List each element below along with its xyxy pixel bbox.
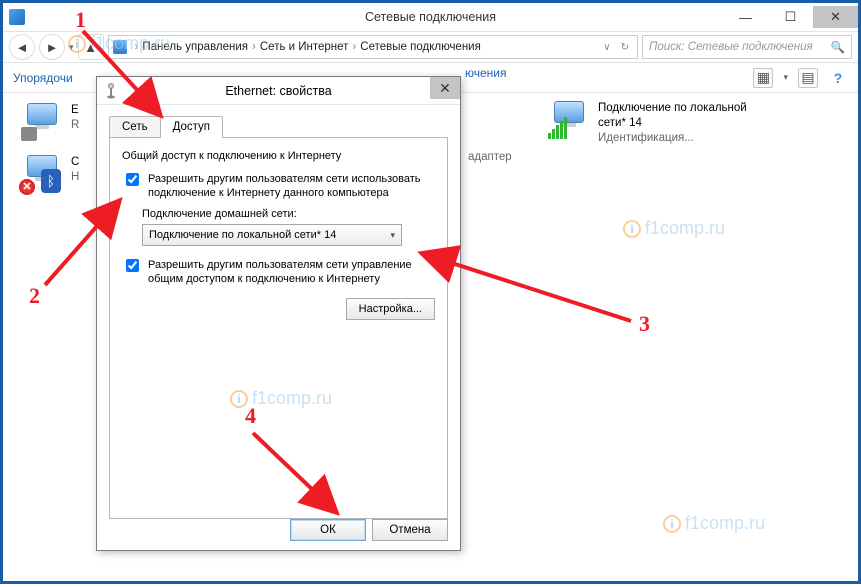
watermark: if1comp.ru <box>663 513 765 534</box>
dialog-titlebar: Ethernet: свойства ✕ <box>97 77 460 105</box>
allow-sharing-label: Разрешить другим пользователям сети испо… <box>148 172 435 200</box>
app-icon <box>9 9 25 25</box>
breadcrumb-2[interactable]: Сеть и Интернет <box>260 41 349 53</box>
tab-access[interactable]: Доступ <box>160 116 223 138</box>
tab-network[interactable]: Сеть <box>109 116 161 138</box>
view-chevron-icon[interactable]: ▾ <box>783 72 788 83</box>
refresh-icon[interactable]: ↻ <box>617 42 633 53</box>
dialog-title: Ethernet: свойства <box>225 84 331 98</box>
allow-control-row: Разрешить другим пользователям сети упра… <box>122 258 435 286</box>
location-chevron-icon[interactable]: ∨ <box>599 42 614 53</box>
back-button[interactable]: ◄ <box>9 34 35 60</box>
home-network-label: Подключение домашней сети: <box>142 208 435 220</box>
home-network-combo[interactable]: Подключение по локальной сети* 14 ▾ <box>142 224 402 246</box>
allow-sharing-row: Разрешить другим пользователям сети испо… <box>122 172 435 200</box>
connections-label-fragment: ючения <box>465 66 507 80</box>
network-item-lan14[interactable]: Подключение по локальной сети* 14 Иденти… <box>548 101 768 146</box>
tab-panel-access: Общий доступ к подключению к Интернету Р… <box>109 137 448 519</box>
dialog-tabs: Сеть Доступ <box>109 115 448 137</box>
search-icon: 🔍 <box>831 40 845 54</box>
net-item-l2: R <box>71 118 79 133</box>
minimize-button[interactable]: — <box>723 6 768 28</box>
view-layout-icon[interactable]: ▦ <box>753 68 773 88</box>
up-button[interactable]: ▲ <box>78 34 104 60</box>
maximize-button[interactable]: ☐ <box>768 6 813 28</box>
wifi-adapter-icon <box>548 101 590 139</box>
net-item-l2: Н <box>71 170 79 185</box>
dialog-icon <box>103 83 119 99</box>
network-item-bluetooth[interactable]: ᛒ✕ С Н <box>21 155 91 193</box>
cancel-button[interactable]: Отмена <box>372 519 448 541</box>
allow-sharing-checkbox[interactable] <box>126 173 139 186</box>
forward-button[interactable]: ► <box>39 34 65 60</box>
ethernet-properties-dialog: Ethernet: свойства ✕ Сеть Доступ Общий д… <box>96 76 461 551</box>
breadcrumb-3[interactable]: Сетевые подключения <box>360 41 481 53</box>
view-details-icon[interactable]: ▤ <box>798 68 818 88</box>
address-bar: ◄ ► ▾ ▲ › Панель управления › Сеть и Инт… <box>3 31 858 63</box>
organize-button[interactable]: Упорядочи <box>13 71 73 85</box>
net-item-status: Идентификация... <box>598 131 768 146</box>
allow-control-label: Разрешить другим пользователям сети упра… <box>148 258 435 286</box>
breadcrumb-sep: › <box>350 41 358 53</box>
window-controls: — ☐ ✕ <box>723 6 858 28</box>
bluetooth-adapter-icon: ᛒ✕ <box>21 155 63 193</box>
search-placeholder: Поиск: Сетевые подключения <box>649 41 813 53</box>
net-item-l1: E <box>71 103 79 118</box>
ok-button[interactable]: ОК <box>290 519 366 541</box>
location-breadcrumb[interactable]: › Панель управления › Сеть и Интернет › … <box>108 35 638 59</box>
allow-control-checkbox[interactable] <box>126 259 139 272</box>
breadcrumb-sep: › <box>133 41 141 53</box>
help-icon[interactable]: ? <box>828 68 848 88</box>
chevron-down-icon: ▾ <box>390 230 395 241</box>
breadcrumb-sep: › <box>250 41 258 53</box>
net-item-l1: С <box>71 155 79 170</box>
group-title: Общий доступ к подключению к Интернету <box>122 150 435 162</box>
ethernet-adapter-icon <box>21 103 63 141</box>
combo-value: Подключение по локальной сети* 14 <box>149 229 390 241</box>
breadcrumb-1[interactable]: Панель управления <box>142 41 248 53</box>
titlebar: Сетевые подключения — ☐ ✕ <box>3 3 858 31</box>
history-chevron-icon[interactable]: ▾ <box>69 42 74 53</box>
dialog-buttons: ОК Отмена <box>290 519 448 541</box>
settings-button[interactable]: Настройка... <box>346 298 435 320</box>
net-item-title: Подключение по локальной сети* 14 <box>598 101 768 131</box>
watermark: if1comp.ru <box>623 218 725 239</box>
adapter-label-fragment: адаптер <box>468 151 512 163</box>
dialog-close-button[interactable]: ✕ <box>430 77 460 99</box>
watermark: if1comp.ru <box>230 388 332 409</box>
search-input[interactable]: Поиск: Сетевые подключения 🔍 <box>642 35 852 59</box>
close-button[interactable]: ✕ <box>813 6 858 28</box>
network-item-ethernet[interactable]: E R <box>21 103 91 141</box>
network-icon <box>113 40 127 54</box>
